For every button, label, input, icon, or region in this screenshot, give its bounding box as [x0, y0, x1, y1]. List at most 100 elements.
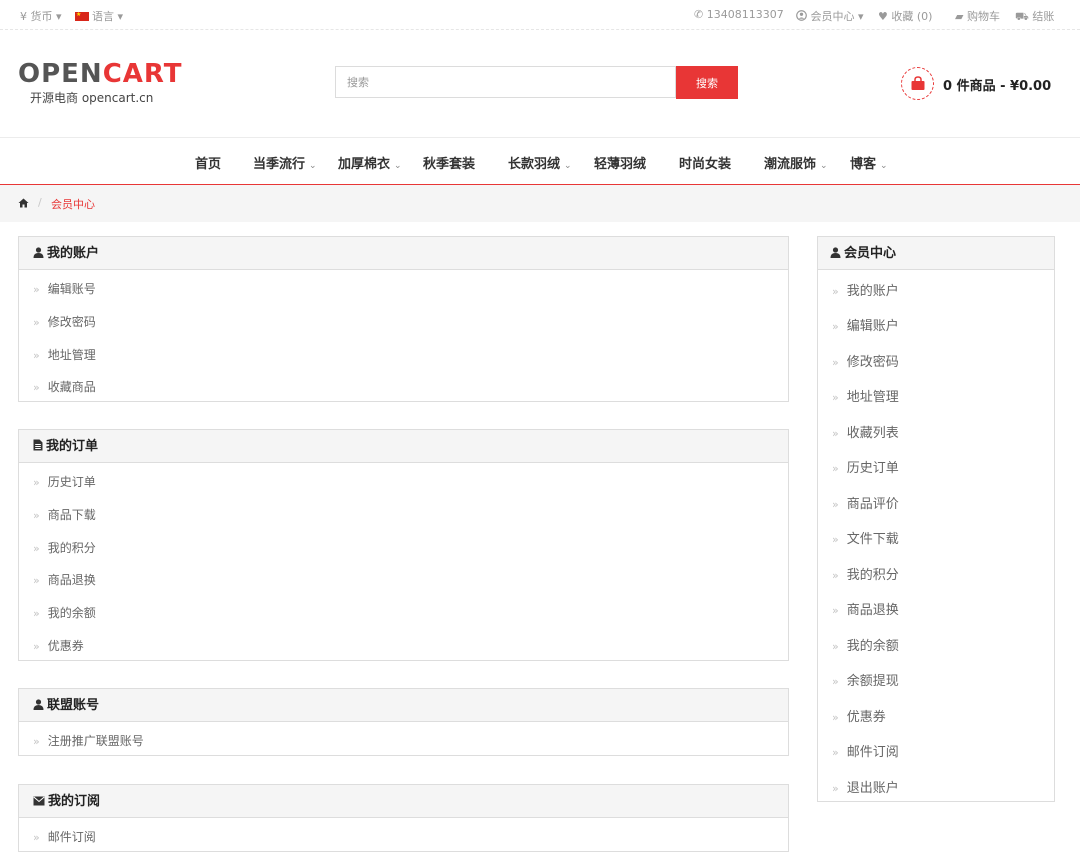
sidebar-item-label: 历史订单 [846, 461, 899, 476]
panel-header: 我的订阅 [19, 785, 788, 818]
nav-item-fashion[interactable]: 时尚女装 [679, 153, 731, 172]
nav-item-long-down[interactable]: 长款羽绒 ⌄ [508, 153, 572, 172]
sidebar-item-reviews[interactable]: » 商品评价 [832, 493, 899, 512]
panel-title: 我的订单 [46, 439, 99, 454]
nav-item-home[interactable]: 首页 [195, 153, 221, 172]
sidebar-item-newsletter[interactable]: » 邮件订阅 [832, 741, 899, 760]
cart-label: 购物车 [966, 10, 1000, 23]
link-order-history[interactable]: » 历史订单 [33, 473, 96, 490]
cart-summary[interactable]: 0 件商品 - ¥0.00 [943, 75, 1051, 94]
link-coupons[interactable]: » 优惠券 [33, 637, 84, 654]
sidebar-item-password[interactable]: » 修改密码 [832, 351, 899, 370]
sidebar-item-address[interactable]: » 地址管理 [832, 386, 899, 405]
breadcrumb-current[interactable]: 会员中心 [51, 196, 95, 212]
link-register-affiliate[interactable]: » 注册推广联盟账号 [33, 732, 144, 749]
account-label: 会员中心 [810, 10, 855, 23]
phone-link[interactable]: ✆ 13408113307 [694, 8, 784, 21]
link-label: 收藏商品 [47, 380, 96, 394]
sidebar-item-label: 余额提现 [846, 674, 899, 689]
account-dropdown[interactable]: 会员中心 ▾ [796, 8, 864, 24]
nav-label: 长款羽绒 [508, 157, 561, 172]
sidebar-item-points[interactable]: » 我的积分 [832, 564, 899, 583]
sidebar-item-label: 文件下载 [846, 532, 899, 547]
link-balance[interactable]: » 我的余额 [33, 604, 96, 621]
double-chevron-right-icon: » [33, 735, 40, 748]
link-edit-account[interactable]: » 编辑账号 [33, 280, 96, 297]
main-nav: 首页 当季流行 ⌄ 加厚棉衣 ⌄ 秋季套装 长款羽绒 ⌄ 轻薄羽绒 时尚女装 潮流服饰… [0, 137, 1080, 185]
link-address-book[interactable]: » 地址管理 [33, 346, 96, 363]
double-chevron-right-icon: » [832, 462, 839, 475]
sidebar-item-order-history[interactable]: » 历史订单 [832, 457, 899, 476]
nav-item-blog[interactable]: 博客 ⌄ [850, 153, 888, 172]
sidebar-item-label: 优惠券 [846, 710, 886, 725]
currency-dropdown[interactable]: ¥ 货币 ▾ [20, 8, 62, 24]
cart-button[interactable] [901, 67, 934, 100]
sidebar-item-my-account[interactable]: » 我的账户 [832, 280, 899, 299]
envelope-icon [33, 796, 45, 806]
search-button[interactable]: 搜索 [676, 66, 738, 99]
double-chevron-right-icon: » [832, 285, 839, 298]
logo-open-text: OPEN [18, 59, 103, 89]
panel-affiliate: 联盟账号 » 注册推广联盟账号 [18, 688, 789, 756]
cart-link[interactable]: ▰ 购物车 [955, 8, 1000, 24]
user-icon [33, 699, 44, 710]
double-chevron-right-icon: » [832, 427, 839, 440]
link-downloads[interactable]: » 商品下载 [33, 506, 96, 523]
language-dropdown[interactable]: 语言 ▾ [75, 8, 123, 24]
home-icon[interactable] [18, 198, 29, 208]
sidebar-item-coupons[interactable]: » 优惠券 [832, 706, 886, 725]
nav-item-light-down[interactable]: 轻薄羽绒 [594, 153, 646, 172]
link-newsletter[interactable]: » 邮件订阅 [33, 828, 96, 845]
search-input[interactable] [335, 66, 676, 98]
wishlist-link[interactable]: ♥ 收藏 (0) [878, 8, 932, 24]
nav-label: 轻薄羽绒 [594, 157, 647, 172]
double-chevron-right-icon: » [832, 675, 839, 688]
double-chevron-right-icon: » [832, 356, 839, 369]
double-chevron-right-icon: » [33, 640, 40, 653]
chevron-down-icon: ⌄ [309, 161, 317, 171]
cart-icon: ⛟ [1015, 10, 1029, 23]
link-wishlist[interactable]: » 收藏商品 [33, 378, 96, 395]
sidebar-item-edit-account[interactable]: » 编辑账户 [832, 315, 899, 334]
user-circle-icon [796, 10, 807, 21]
panel-header: 我的账户 [19, 237, 788, 270]
double-chevron-right-icon: » [33, 476, 40, 489]
caret-down-icon: ▾ [858, 10, 864, 23]
chevron-down-icon: ⌄ [880, 161, 888, 171]
nav-label: 时尚女装 [679, 157, 732, 172]
nav-label: 秋季套装 [423, 157, 476, 172]
sidebar-item-wishlist[interactable]: » 收藏列表 [832, 422, 899, 441]
sidebar-item-balance[interactable]: » 我的余额 [832, 635, 899, 654]
link-returns[interactable]: » 商品退换 [33, 571, 96, 588]
currency-label: ¥ 货币 [20, 10, 53, 23]
link-reward-points[interactable]: » 我的积分 [33, 539, 96, 556]
double-chevron-right-icon: » [33, 574, 40, 587]
link-label: 历史订单 [47, 475, 96, 489]
link-label: 邮件订阅 [47, 830, 96, 844]
link-change-password[interactable]: » 修改密码 [33, 313, 96, 330]
panel-header: 会员中心 [818, 237, 1054, 270]
double-chevron-right-icon: » [832, 391, 839, 404]
sidebar-item-label: 我的账户 [846, 284, 899, 299]
sidebar-item-returns[interactable]: » 商品退换 [832, 599, 899, 618]
user-icon [33, 247, 44, 258]
sidebar-item-label: 商品退换 [846, 603, 899, 618]
nav-item-season[interactable]: 当季流行 ⌄ [253, 153, 317, 172]
nav-item-cotton[interactable]: 加厚棉衣 ⌄ [338, 153, 402, 172]
link-label: 修改密码 [47, 315, 96, 329]
double-chevron-right-icon: » [33, 283, 40, 296]
sidebar-item-label: 我的余额 [846, 639, 899, 654]
checkout-link[interactable]: ⛟ 结账 [1015, 8, 1054, 25]
sidebar-item-logout[interactable]: » 退出账户 [832, 777, 899, 796]
sidebar-item-label: 编辑账户 [846, 319, 899, 334]
shopping-bag-icon [911, 76, 925, 90]
sidebar-member-center: 会员中心 » 我的账户 » 编辑账户 » 修改密码 » 地址管理 » 收藏列表 » 历史订单… [817, 236, 1055, 802]
site-logo[interactable]: OPENCART 开源电商 opencart.cn [18, 59, 181, 112]
link-label: 商品退换 [47, 573, 96, 587]
sidebar-item-downloads[interactable]: » 文件下载 [832, 528, 899, 547]
nav-item-trendy[interactable]: 潮流服饰 ⌄ [764, 153, 828, 172]
nav-item-autumn-sets[interactable]: 秋季套装 [423, 153, 475, 172]
sidebar-item-withdraw[interactable]: » 余额提现 [832, 670, 899, 689]
breadcrumb: / 会员中心 [0, 185, 1080, 222]
panel-header: 我的订单 [19, 430, 788, 463]
